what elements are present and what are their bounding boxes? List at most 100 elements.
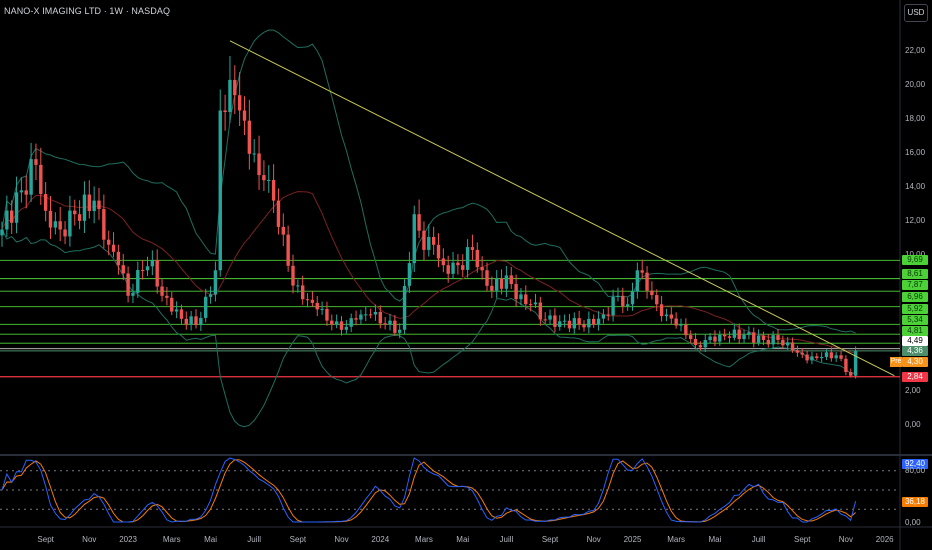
candle-body <box>111 244 116 252</box>
candle-body <box>5 210 9 230</box>
candle-body <box>543 319 547 321</box>
candle-body <box>213 270 218 295</box>
time-tick: Mai <box>456 535 470 544</box>
time-tick: Sept <box>37 535 54 544</box>
stoch-d-badge: 36,18 <box>902 497 928 507</box>
candle-body <box>412 214 416 264</box>
candle-body <box>577 318 581 325</box>
candle-body <box>567 320 572 329</box>
candle-body <box>640 270 644 273</box>
osc-tick-80: 80,00 <box>905 466 926 475</box>
level-badge-8-61: 8,61 <box>902 269 928 279</box>
level-badge-4-81: 4,81 <box>902 326 928 336</box>
candle-body <box>761 335 766 340</box>
candle-body <box>601 314 606 319</box>
candle-body <box>427 236 431 250</box>
candle-body <box>373 311 378 315</box>
level-badge-9-69: 9,69 <box>902 255 928 265</box>
level-badge-4-36: 4,36 <box>902 346 928 356</box>
candle-body <box>92 200 96 212</box>
candle-body <box>233 79 237 96</box>
candle-body <box>465 247 470 270</box>
candle-body <box>718 334 722 342</box>
candle-body <box>267 179 271 181</box>
candle-body <box>698 345 703 348</box>
candle-body <box>121 265 125 274</box>
candle-body <box>82 194 87 221</box>
candle-body <box>39 164 43 195</box>
time-tick: Nov <box>586 535 601 544</box>
price-tick: 18,00 <box>905 114 926 123</box>
candle-body <box>756 335 761 343</box>
candle-body <box>722 334 727 337</box>
price-tick: 0,00 <box>905 420 921 429</box>
candle-body <box>650 290 654 296</box>
candle-body <box>776 335 780 340</box>
candle-body <box>849 372 853 376</box>
candle-body <box>562 320 567 322</box>
candle-body <box>131 292 135 296</box>
time-tick: Sept <box>541 535 559 544</box>
candle-body <box>771 335 775 345</box>
candle-body <box>752 332 756 343</box>
bollinger-lower-band <box>1 229 856 428</box>
candle-body <box>330 320 334 325</box>
candle-body <box>558 321 562 327</box>
candle-body <box>402 285 407 330</box>
candle-body <box>795 350 800 353</box>
candle-body <box>824 352 829 357</box>
candle-body <box>422 230 426 250</box>
candle-body <box>73 210 77 215</box>
candle-body <box>689 335 693 339</box>
candle-body <box>19 190 24 193</box>
candle-body <box>48 210 53 228</box>
candle-body <box>441 258 446 266</box>
price-tick: 20,00 <box>905 80 926 89</box>
candle-body <box>553 315 557 327</box>
price-tick: 14,00 <box>905 182 926 191</box>
candle-body <box>519 294 523 300</box>
candle-body <box>24 190 28 195</box>
candle-body <box>354 318 358 320</box>
candle-body <box>786 342 790 346</box>
trendline <box>229 40 895 377</box>
candle-body <box>257 153 261 176</box>
candle-body <box>0 229 4 236</box>
candle-body <box>383 323 387 325</box>
candle-body <box>199 317 203 326</box>
price-chart[interactable] <box>0 0 932 550</box>
candle-body <box>659 304 664 317</box>
candle-body <box>58 221 62 230</box>
candle-body <box>276 200 281 227</box>
candle-body <box>742 334 746 340</box>
candle-body <box>810 356 814 361</box>
time-tick: Juill <box>247 535 262 544</box>
candle-body <box>790 342 795 351</box>
candle-body <box>514 284 518 300</box>
time-tick: Mai <box>204 535 217 544</box>
candle-body <box>398 329 402 333</box>
candle-body <box>572 318 576 329</box>
candle-body <box>34 159 38 165</box>
candle-body <box>470 247 475 250</box>
candle-body <box>684 324 688 336</box>
candle-body <box>451 262 455 274</box>
candle-body <box>747 332 751 335</box>
candle-body <box>533 302 538 305</box>
time-tick: 2024 <box>371 535 390 544</box>
premarket-tag: Pré <box>890 357 902 367</box>
level-badge-4-49: 4,49 <box>902 336 928 346</box>
candle-body <box>538 302 543 320</box>
candle-body <box>223 110 227 113</box>
candle-body <box>116 251 121 266</box>
candle-body <box>645 272 649 291</box>
candle-body <box>611 296 615 316</box>
candle-body <box>208 294 213 297</box>
stoch-d-line <box>1 459 856 523</box>
time-tick: Nov <box>334 535 349 544</box>
bollinger-basis <box>1 191 856 354</box>
time-tick: Juill <box>751 535 766 544</box>
candle-body <box>815 356 819 359</box>
candle-body <box>63 229 67 237</box>
candle-body <box>170 297 174 312</box>
